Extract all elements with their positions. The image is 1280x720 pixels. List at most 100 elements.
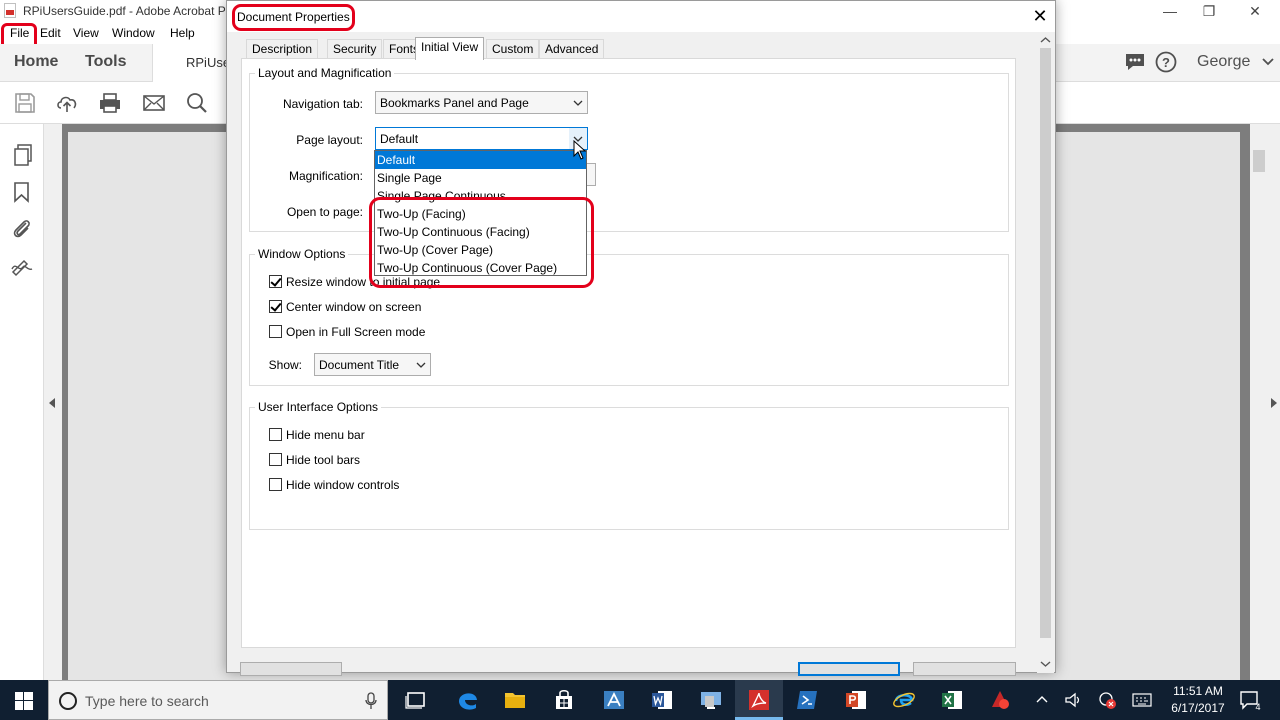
close-button[interactable]: ✕: [1232, 0, 1278, 22]
hide-window-controls-option[interactable]: Hide window controls: [269, 477, 469, 493]
clock-time[interactable]: 11:51 AM: [1163, 684, 1233, 698]
menu-window[interactable]: Window: [112, 26, 155, 40]
pages-icon[interactable]: [12, 143, 34, 167]
chevron-up-icon: [1040, 37, 1051, 43]
help-icon[interactable]: ?: [1155, 51, 1177, 73]
document-tab-label: RPiUse: [186, 55, 231, 70]
navigation-tab-select[interactable]: Bookmarks Panel and Page: [375, 91, 588, 114]
app-notification-icon[interactable]: [988, 688, 1012, 712]
internet-explorer-icon[interactable]: [892, 688, 916, 712]
menu-edit[interactable]: Edit: [40, 26, 61, 40]
document-properties-dialog: Document Properties ✕ Description Securi…: [226, 0, 1056, 673]
sign-icon[interactable]: [10, 255, 34, 277]
hide-toolbars-label: Hide tool bars: [286, 453, 361, 467]
page-layout-select[interactable]: Default: [375, 127, 588, 150]
remote-desktop-icon[interactable]: [699, 688, 723, 712]
save-icon[interactable]: [14, 92, 36, 114]
hide-window-controls-label: Hide window controls: [286, 478, 400, 492]
notification-count: 4: [1255, 702, 1260, 712]
initial-view-panel: Layout and Magnification Navigation tab:…: [241, 58, 1016, 648]
two-up-options-annotation: [369, 197, 594, 288]
app-title: RPiUsersGuide.pdf - Adobe Acrobat Pr: [23, 4, 230, 18]
menu-view[interactable]: View: [73, 26, 99, 40]
upload-cloud-icon[interactable]: [56, 92, 78, 114]
ok-button[interactable]: [798, 662, 900, 676]
dialog-scroll-thumb[interactable]: [1040, 48, 1051, 638]
edge-icon[interactable]: [456, 688, 480, 712]
keyboard-icon[interactable]: [1132, 692, 1152, 708]
task-view-icon[interactable]: [404, 688, 428, 712]
show-label: Show:: [268, 358, 302, 372]
taskbar-search-box[interactable]: Type here to search: [48, 680, 388, 720]
tab-description[interactable]: Description: [246, 39, 319, 59]
show-select[interactable]: Document Title: [314, 353, 431, 376]
right-panel-toggle[interactable]: [1268, 124, 1280, 680]
navigation-tab-label: Navigation tab:: [282, 97, 363, 111]
powerpoint-icon[interactable]: [844, 688, 868, 712]
excel-icon[interactable]: [940, 688, 964, 712]
resize-window-checkbox[interactable]: [269, 275, 282, 288]
store-icon[interactable]: [552, 688, 576, 712]
full-screen-option[interactable]: Open in Full Screen mode: [269, 324, 489, 340]
chevron-down-icon: [1040, 661, 1051, 667]
tab-initial-view[interactable]: Initial View: [415, 37, 485, 60]
document-tab[interactable]: RPiUse: [152, 44, 232, 82]
chevron-down-icon[interactable]: [1262, 58, 1274, 66]
cortana-icon: [59, 692, 77, 710]
windows-start-icon[interactable]: [15, 692, 33, 710]
clock-date[interactable]: 6/17/2017: [1163, 701, 1233, 715]
center-window-option[interactable]: Center window on screen: [269, 299, 489, 315]
hide-toolbars-checkbox[interactable]: [269, 453, 282, 466]
page-layout-option[interactable]: Single Page: [375, 169, 586, 187]
word-icon[interactable]: [650, 688, 674, 712]
comment-icon[interactable]: [1124, 52, 1146, 72]
hide-menu-label: Hide menu bar: [286, 428, 365, 442]
user-name[interactable]: George: [1197, 53, 1250, 71]
tab-advanced[interactable]: Advanced: [539, 39, 605, 59]
search-icon[interactable]: [186, 92, 208, 114]
bookmark-icon[interactable]: [13, 181, 31, 203]
layout-magnification-title: Layout and Magnification: [255, 66, 395, 80]
chevron-down-icon: [416, 362, 426, 368]
restore-button[interactable]: ❐: [1186, 0, 1232, 22]
viewer-scrollbar[interactable]: [1250, 124, 1268, 680]
page-layout-label: Page layout:: [296, 133, 363, 147]
file-explorer-icon[interactable]: [503, 688, 527, 712]
viewer-scroll-thumb[interactable]: [1253, 150, 1265, 172]
volume-icon[interactable]: [1064, 691, 1082, 709]
action-center-icon[interactable]: 4: [1239, 690, 1263, 712]
email-icon[interactable]: [143, 92, 165, 114]
hide-toolbars-option[interactable]: Hide tool bars: [269, 452, 469, 468]
open-to-page-label: Open to page:: [286, 205, 363, 219]
print-icon[interactable]: [99, 92, 121, 114]
acrobat-icon: [749, 690, 769, 710]
dialog-titlebar: Document Properties ✕: [227, 1, 1055, 32]
microphone-icon[interactable]: [365, 692, 377, 710]
page-layout-option[interactable]: Default: [375, 151, 586, 169]
attachment-icon[interactable]: [11, 217, 33, 241]
dialog-close-button[interactable]: ✕: [1027, 5, 1053, 29]
left-tool-rail: [0, 124, 44, 680]
center-window-checkbox[interactable]: [269, 300, 282, 313]
chevron-up-icon[interactable]: [1036, 695, 1048, 703]
help-button[interactable]: [240, 662, 342, 676]
hide-window-controls-checkbox[interactable]: [269, 478, 282, 491]
app-icon[interactable]: [602, 688, 626, 712]
nav-home[interactable]: Home: [14, 53, 58, 71]
left-panel-toggle[interactable]: [44, 124, 62, 680]
nav-tools[interactable]: Tools: [85, 53, 126, 71]
hide-menu-option[interactable]: Hide menu bar: [269, 427, 469, 443]
chevron-down-icon: [573, 100, 583, 106]
dialog-title-annotation: [232, 4, 355, 31]
network-warning-icon[interactable]: [1097, 690, 1117, 710]
ui-options-group: [249, 407, 1009, 530]
chevron-left-icon: [49, 398, 55, 408]
full-screen-checkbox[interactable]: [269, 325, 282, 338]
show-value: Document Title: [319, 358, 400, 372]
powershell-icon[interactable]: [795, 688, 819, 712]
menu-help[interactable]: Help: [170, 26, 195, 40]
hide-menu-checkbox[interactable]: [269, 428, 282, 441]
tab-security[interactable]: Security: [327, 39, 383, 59]
tab-custom[interactable]: Custom: [486, 39, 540, 59]
cancel-button[interactable]: [913, 662, 1016, 676]
